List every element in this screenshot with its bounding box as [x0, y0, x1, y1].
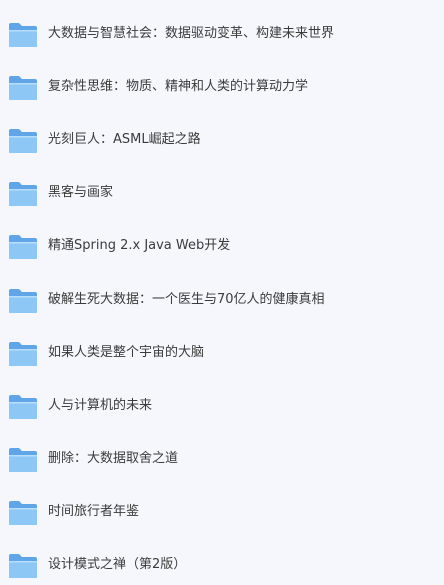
folder-item[interactable]: 设计模式之禅（第2版） [0, 545, 444, 585]
folder-name: 时间旅行者年鉴 [48, 504, 140, 519]
folder-icon [9, 501, 37, 525]
folder-item[interactable]: 精通Spring 2.x Java Web开发 [0, 226, 444, 266]
folder-icon [9, 182, 37, 206]
folder-item[interactable]: 人与计算机的未来 [0, 386, 444, 426]
folder-name: 删除：大数据取舍之道 [48, 451, 179, 466]
folder-item[interactable]: 黑客与画家 [0, 173, 444, 213]
folder-name: 破解生死大数据：一个医生与70亿人的健康真相 [48, 292, 325, 307]
folder-item[interactable]: 时间旅行者年鉴 [0, 492, 444, 532]
folder-icon [9, 129, 37, 153]
folder-item[interactable]: 如果人类是整个宇宙的大脑 [0, 333, 444, 373]
folder-icon [9, 448, 37, 472]
folder-icon [9, 395, 37, 419]
folder-name: 设计模式之禅（第2版） [48, 557, 187, 572]
folder-name: 如果人类是整个宇宙的大脑 [48, 345, 205, 360]
folder-item[interactable]: 复杂性思维：物质、精神和人类的计算动力学 [0, 67, 444, 107]
folder-icon [9, 76, 37, 100]
folder-list: 大数据与智慧社会：数据驱动变革、构建未来世界 复杂性思维：物质、精神和人类的计算… [0, 0, 444, 585]
folder-name: 黑客与画家 [48, 185, 114, 200]
folder-item[interactable]: 破解生死大数据：一个医生与70亿人的健康真相 [0, 280, 444, 320]
folder-name: 精通Spring 2.x Java Web开发 [48, 238, 231, 253]
folder-icon [9, 289, 37, 313]
folder-icon [9, 554, 37, 578]
folder-icon [9, 23, 37, 47]
folder-name: 大数据与智慧社会：数据驱动变革、构建未来世界 [48, 26, 335, 41]
folder-name: 光刻巨人：ASML崛起之路 [48, 132, 201, 147]
folder-item[interactable]: 大数据与智慧社会：数据驱动变革、构建未来世界 [0, 14, 444, 54]
folder-name: 复杂性思维：物质、精神和人类的计算动力学 [48, 79, 309, 94]
folder-item[interactable]: 删除：大数据取舍之道 [0, 439, 444, 479]
folder-item[interactable]: 光刻巨人：ASML崛起之路 [0, 120, 444, 160]
folder-name: 人与计算机的未来 [48, 398, 153, 413]
folder-icon [9, 342, 37, 366]
folder-icon [9, 235, 37, 259]
